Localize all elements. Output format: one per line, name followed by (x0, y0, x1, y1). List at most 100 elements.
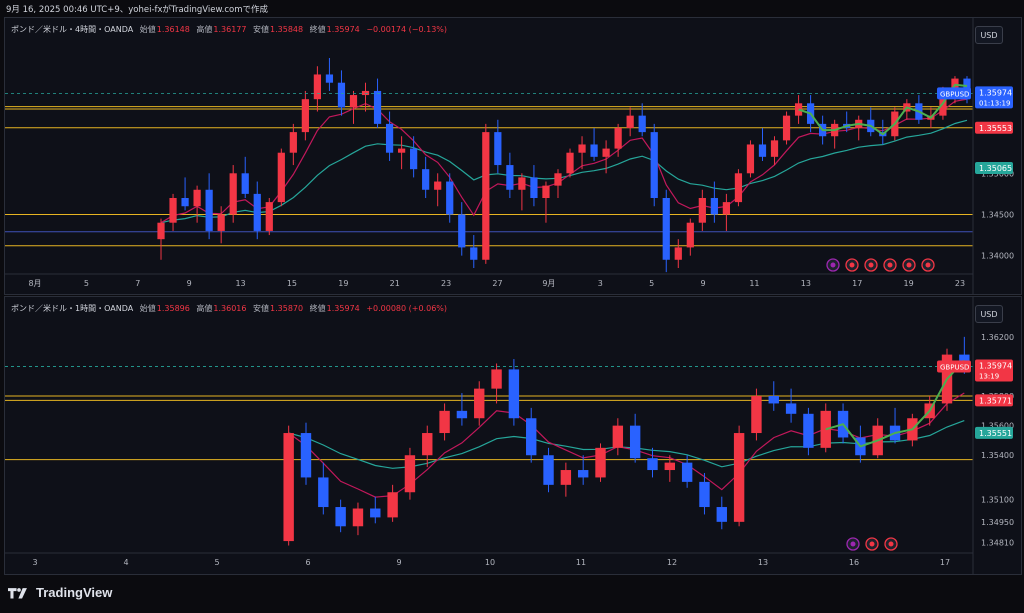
price-tick-label: 1.34950 (981, 518, 1014, 527)
candle-body (543, 455, 554, 485)
flag-icon-dot (906, 262, 912, 268)
candle-body (782, 115, 791, 141)
chart-panel-1h[interactable]: 1.362001.358001.356001.354001.351001.349… (4, 296, 1022, 575)
candle-body (313, 74, 322, 100)
time-tick-label: 23 (441, 279, 451, 288)
candle-body (647, 458, 658, 471)
time-tick-label: 12 (667, 558, 677, 567)
time-tick-label: 3 (32, 558, 37, 567)
time-tick-label: 19 (338, 279, 348, 288)
candle-body (422, 433, 433, 456)
candle-body (674, 247, 682, 260)
candle-body (698, 198, 706, 223)
current-price-label: 1.35974 (979, 88, 1012, 97)
close-label: 終値 (309, 304, 326, 313)
ohlc-legend-1h: ポンド／米ドル・1時間・OANDA 始値1.35896 高値1.36016 安値… (11, 303, 447, 314)
candle-body (277, 152, 285, 203)
candle-body (387, 492, 398, 518)
symbol-tag-label: GBPUSD (940, 363, 969, 371)
candle-body (352, 508, 364, 527)
candle-body (751, 396, 762, 434)
candlestick-chart-1h[interactable]: 1.362001.358001.356001.354001.351001.349… (5, 297, 1021, 574)
candle-body (560, 470, 572, 485)
candle-body (530, 177, 538, 198)
time-tick-label: 21 (390, 279, 400, 288)
candle-body (373, 90, 382, 124)
symbol-tag-label: GBPUSD (940, 90, 969, 98)
price-level-tag-label: 1.35065 (979, 164, 1012, 173)
candle-body (614, 128, 622, 149)
price-level-tag-label: 1.35771 (979, 396, 1012, 405)
time-tick-label: 5 (649, 279, 654, 288)
open-label: 始値 (139, 304, 156, 313)
candle-body (612, 425, 624, 448)
candle-body (768, 396, 779, 404)
current-price-label: 1.35974 (979, 361, 1012, 370)
candle-body (590, 144, 598, 157)
time-tick-label: 9月 (542, 279, 555, 288)
time-tick-label: 9 (396, 558, 401, 567)
candle-body (361, 90, 370, 96)
candle-body (283, 433, 294, 542)
open-value: 1.36148 (156, 25, 190, 34)
flag-icon-dot (849, 262, 855, 268)
chart-panel-4h[interactable]: 1.350001.345001.340001.355531.35065GBPUS… (4, 17, 1022, 295)
flag-icon-dot (887, 262, 893, 268)
currency-button[interactable]: USD (975, 26, 1003, 44)
candle-body (439, 410, 450, 434)
candle-body (169, 198, 177, 223)
tradingview-logo-icon (8, 587, 27, 598)
candlestick-chart-4h[interactable]: 1.350001.345001.340001.355531.35065GBPUS… (5, 18, 1021, 294)
candle-body (335, 507, 346, 527)
candle-body (595, 447, 606, 478)
open-value: 1.35896 (156, 304, 190, 313)
candle-body (253, 193, 261, 231)
candle-body (318, 477, 329, 508)
candle-body (446, 181, 454, 215)
time-tick-label: 17 (852, 279, 862, 288)
candle-body (491, 369, 502, 389)
currency-button[interactable]: USD (975, 305, 1003, 323)
candle-body (518, 177, 526, 190)
time-tick-label: 5 (214, 558, 219, 567)
candle-body (385, 123, 394, 153)
time-tick-label: 13 (235, 279, 245, 288)
candle-body (349, 95, 358, 108)
candle-body (506, 165, 514, 190)
candle-body (542, 185, 550, 198)
candle-body (662, 198, 670, 260)
time-tick-label: 15 (287, 279, 297, 288)
candle-body (638, 115, 646, 133)
lightning-icon-dot (830, 262, 836, 268)
candle-body (733, 433, 745, 522)
time-tick-label: 8月 (28, 279, 41, 288)
tradingview-brand: TradingView (36, 585, 113, 600)
price-tick-label: 1.35400 (981, 451, 1014, 460)
candle-body (629, 425, 641, 459)
candle-body (785, 403, 797, 414)
close-value: 1.35974 (326, 25, 360, 34)
candle-body (265, 202, 273, 231)
flag-icon-dot (888, 541, 894, 547)
candle-body (722, 202, 731, 215)
candle-body (710, 198, 718, 215)
price-tick-label: 1.36200 (981, 333, 1014, 342)
time-tick-label: 5 (84, 279, 89, 288)
candle-body (770, 140, 779, 157)
low-label: 安値 (253, 304, 270, 313)
candle-body (554, 173, 562, 186)
candle-body (650, 132, 658, 198)
candle-body (470, 247, 478, 260)
candle-body (758, 144, 767, 157)
change-value: +0.00080 (+0.06%) (366, 304, 447, 313)
high-label: 高値 (196, 304, 213, 313)
candle-body (482, 132, 490, 260)
candle-body (370, 508, 381, 518)
flag-icon-dot (869, 541, 875, 547)
countdown-label: 13:19 (979, 372, 999, 380)
time-tick-label: 13 (801, 279, 811, 288)
time-tick-label: 17 (940, 558, 950, 567)
flag-icon-dot (868, 262, 874, 268)
candle-body (526, 418, 537, 456)
candle-body (803, 413, 814, 448)
